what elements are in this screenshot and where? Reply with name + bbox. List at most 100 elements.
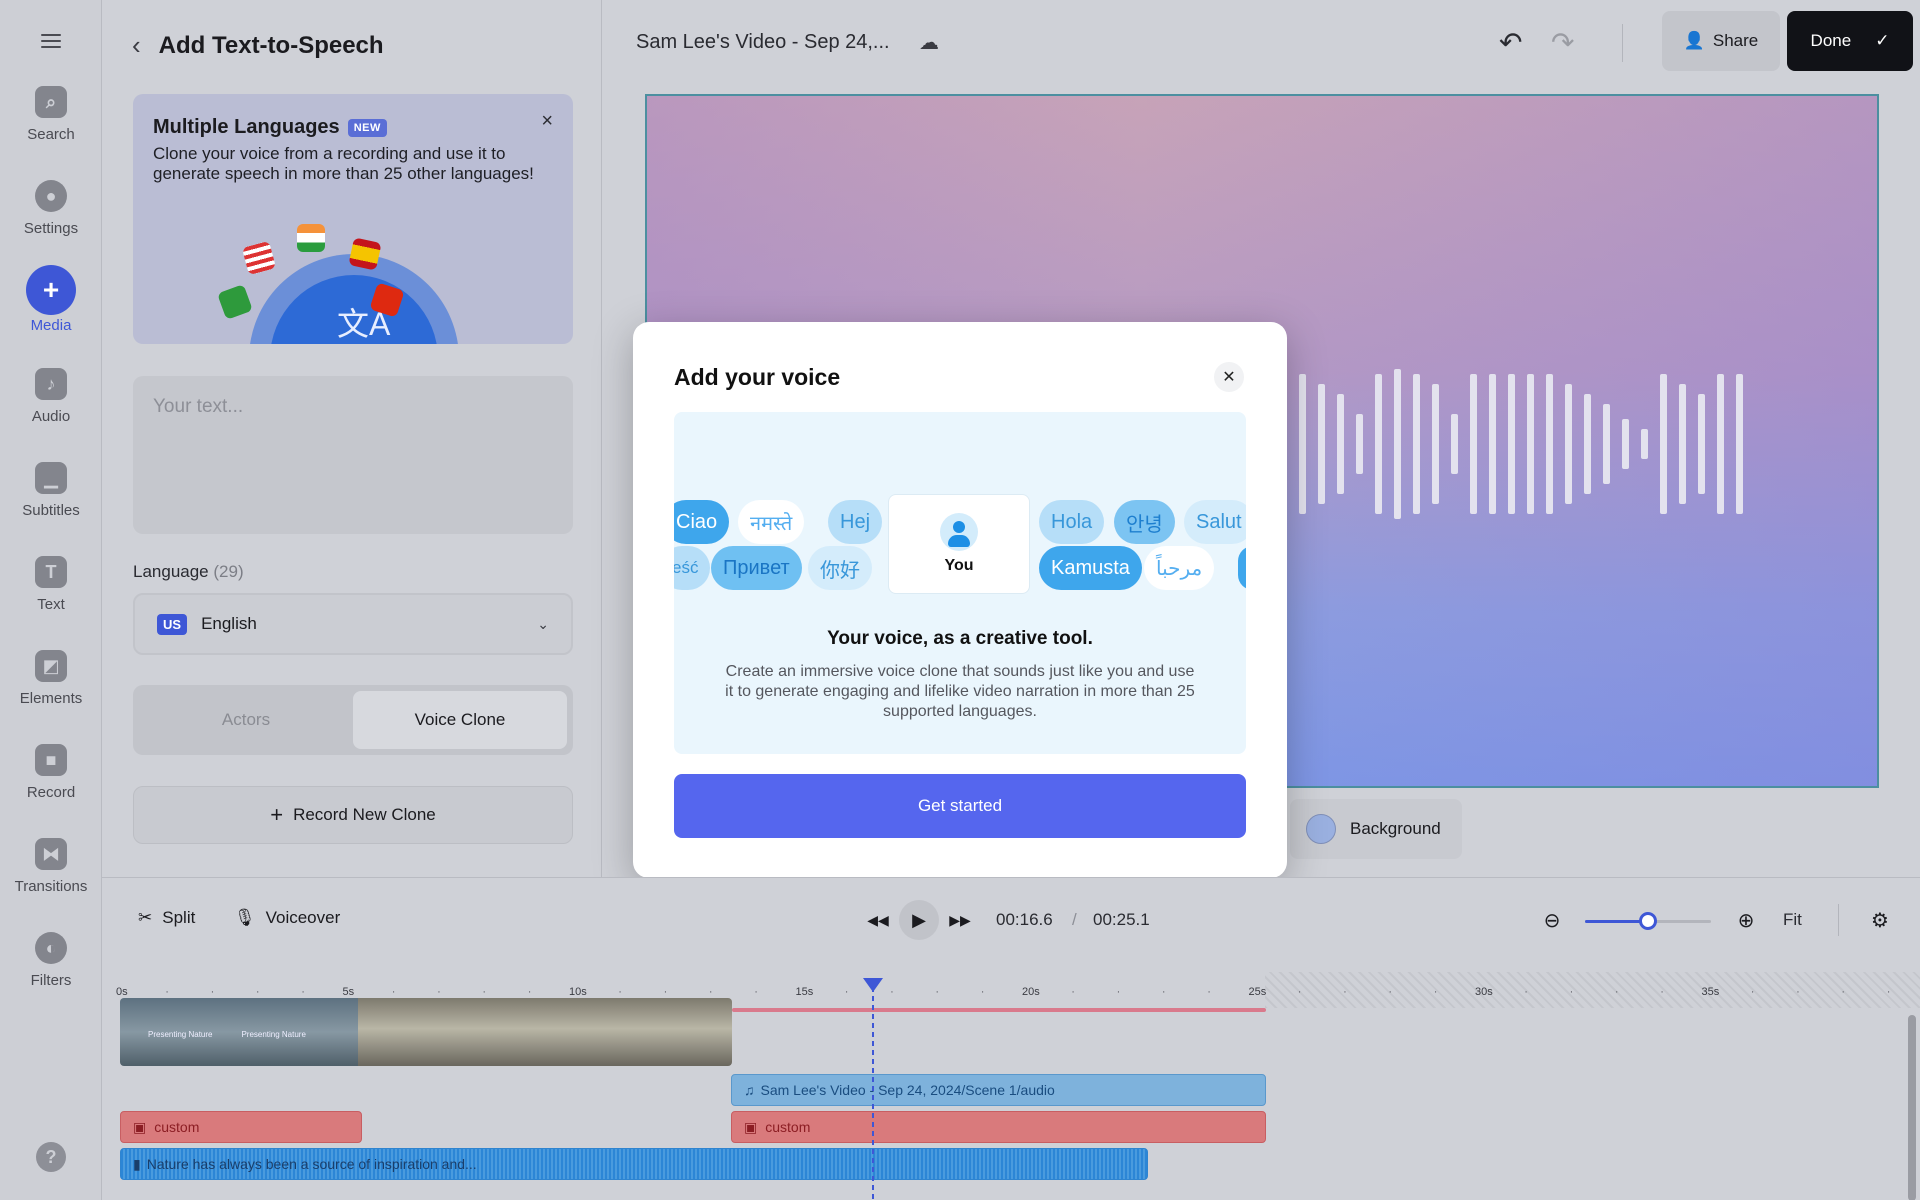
add-voice-modal: Add your voice ✕ Ciao नमस्ते Hej Hola 안녕… — [633, 322, 1287, 878]
voice-illustration: Ciao नमस्ते Hej Hola 안녕 Salut eść Привет… — [674, 412, 1246, 754]
ruler-out-of-range — [1265, 972, 1920, 1008]
waveform-bar — [1622, 419, 1629, 469]
waveform-bar — [1641, 429, 1648, 459]
ruler-tick-mark: · — [1569, 986, 1574, 998]
hamburger-menu-icon[interactable] — [39, 30, 63, 54]
waveform-bar — [1432, 384, 1439, 504]
text-icon: T — [35, 556, 67, 588]
ruler-tick-mark: · — [437, 986, 441, 998]
time-separator: / — [1072, 910, 1077, 929]
voice-type-tabs: Actors Voice Clone — [133, 685, 573, 755]
rail-item-subtitles[interactable]: ▁ Subtitles — [0, 462, 102, 519]
rail-item-elements[interactable]: ◩ Elements — [0, 650, 102, 707]
redo-icon[interactable]: ↷ — [1551, 26, 1574, 59]
ruler-tick-mark: · — [165, 986, 169, 998]
ruler-tick-mark: · — [844, 986, 849, 998]
zoom-slider[interactable] — [1585, 912, 1711, 930]
language-chip: Salut — [1184, 500, 1246, 544]
rail-item-transitions[interactable]: ⧓ Transitions — [0, 838, 102, 895]
filters-icon: ◐ — [35, 932, 67, 964]
language-count: (29) — [213, 562, 244, 581]
get-started-button[interactable]: Get started — [674, 774, 1246, 838]
custom-clip[interactable]: ▣ custom — [731, 1111, 1266, 1143]
fast-forward-icon[interactable]: ▶▶ — [942, 902, 978, 938]
split-button[interactable]: ✂ Split — [138, 908, 195, 928]
ruler-tick-mark: · — [1388, 986, 1393, 998]
zoom-out-icon[interactable]: ⊖ — [1534, 902, 1570, 938]
audio-clip[interactable]: ♫ Sam Lee's Video - Sep 24, 2024/Scene 1… — [731, 1074, 1266, 1106]
current-time: 00:16.6 — [996, 910, 1053, 929]
tab-actors[interactable]: Actors — [139, 691, 353, 749]
record-new-clone-button[interactable]: + Record New Clone — [133, 786, 573, 844]
custom-clip[interactable]: ▣ custom — [120, 1111, 362, 1143]
promo-title-text: Multiple Languages — [153, 116, 340, 138]
rail-item-settings[interactable]: ● Settings — [0, 180, 102, 237]
ruler-tick-mark: · — [1660, 986, 1664, 998]
waveform-bar — [1698, 394, 1705, 494]
video-thumbnail: Presenting Nature — [213, 998, 307, 1066]
voiceover-button[interactable]: 🎙 Voiceover — [234, 908, 340, 928]
zoom-slider-handle[interactable] — [1639, 912, 1657, 930]
thumb-caption: Presenting Nature — [241, 1030, 306, 1039]
tab-voice-clone[interactable]: Voice Clone — [353, 691, 567, 749]
undo-icon[interactable]: ↶ — [1499, 26, 1522, 59]
share-button[interactable]: 👤 Share — [1662, 11, 1780, 71]
rail-item-audio[interactable]: ♪ Audio — [0, 368, 102, 425]
waveform-bar — [1603, 404, 1610, 484]
fit-button[interactable]: Fit — [1783, 910, 1802, 930]
video-title[interactable]: Sam Lee's Video - Sep 24,... — [636, 31, 890, 54]
rewind-icon[interactable]: ◀◀ — [860, 902, 896, 938]
divider — [1622, 24, 1623, 62]
search-icon: ⌕ — [35, 86, 67, 118]
ruler-tick-mark: · — [618, 986, 622, 998]
close-icon[interactable]: × — [541, 110, 553, 133]
waveform-bar — [1451, 414, 1458, 474]
back-arrow-icon[interactable]: ‹ — [132, 30, 141, 61]
ruler-tick-mark: · — [1886, 986, 1891, 998]
gear-icon[interactable]: ⚙ — [1862, 902, 1898, 938]
ruler-tick-mark: · — [482, 986, 487, 998]
playhead[interactable] — [872, 978, 874, 1200]
india-flag-icon — [297, 224, 325, 252]
new-badge: NEW — [347, 118, 387, 137]
add-person-icon: 👤 — [1683, 31, 1705, 50]
voice-clip[interactable]: ▮ Nature has always been a source of ins… — [120, 1148, 1148, 1180]
ruler-tick-mark: · — [1116, 986, 1121, 998]
waveform-bar — [1318, 384, 1325, 504]
music-icon: ♪ — [35, 368, 67, 400]
check-icon: ✓ — [1875, 31, 1890, 50]
video-thumbnail — [545, 998, 639, 1066]
rail-item-record[interactable]: ■ Record — [0, 744, 102, 801]
video-track-clip[interactable]: Presenting Nature Presenting Nature — [120, 998, 732, 1066]
language-chip: 你好 — [808, 546, 872, 590]
waveform-bar — [1299, 374, 1306, 514]
zoom-in-icon[interactable]: ⊕ — [1728, 902, 1764, 938]
rail-item-text[interactable]: T Text — [0, 556, 102, 613]
timeline-scrollbar[interactable] — [1908, 1015, 1916, 1200]
split-label: Split — [162, 908, 196, 927]
rail-item-label: Audio — [31, 408, 71, 425]
background-button[interactable]: Background — [1290, 799, 1462, 859]
rail-item-media[interactable]: + Media — [0, 265, 102, 334]
ruler-tick-mark: · — [1343, 986, 1347, 998]
waveform-bar — [1508, 374, 1515, 514]
close-icon[interactable]: ✕ — [1214, 362, 1244, 392]
voiceover-label: Voiceover — [265, 908, 341, 927]
ruler-tick-mark: · — [210, 986, 215, 998]
language-select[interactable]: US English ⌄ — [133, 593, 573, 655]
language-chip: مرحباً — [1144, 546, 1215, 590]
rail-item-filters[interactable]: ◐ Filters — [0, 932, 102, 989]
play-icon[interactable]: ▶ — [899, 900, 939, 940]
waveform-bar — [1375, 374, 1382, 514]
modal-heading: Your voice, as a creative tool. — [827, 628, 1093, 649]
rail-item-search[interactable]: ⌕ Search — [0, 86, 102, 143]
playhead-handle[interactable] — [863, 978, 883, 992]
rail-item-label: Transitions — [14, 878, 88, 895]
done-button[interactable]: Done ✓ — [1787, 11, 1913, 71]
tts-text-input[interactable]: Your text... — [133, 376, 573, 534]
total-time: 00:25.1 — [1093, 910, 1150, 929]
ruler-tick-mark: · — [1750, 986, 1755, 998]
audio-clip-label: Sam Lee's Video - Sep 24, 2024/Scene 1/a… — [760, 1082, 1055, 1098]
done-label: Done — [1810, 31, 1852, 50]
help-icon[interactable]: ? — [36, 1142, 66, 1172]
